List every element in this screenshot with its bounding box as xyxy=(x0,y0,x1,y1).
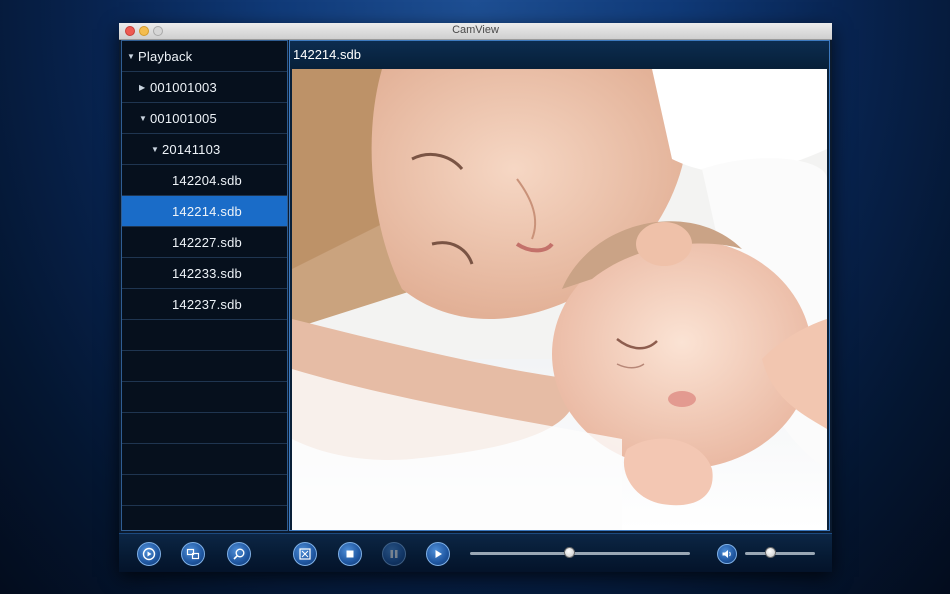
tree-item-label: 142204.sdb xyxy=(172,172,242,188)
pause-button[interactable] xyxy=(382,542,406,566)
current-file-label: 142214.sdb xyxy=(293,47,361,62)
playback-controls xyxy=(119,533,832,572)
volume-knob[interactable] xyxy=(765,547,776,558)
empty-row xyxy=(122,413,287,444)
triangle-down-icon[interactable]: ▼ xyxy=(151,145,159,154)
volume-slider[interactable] xyxy=(745,547,815,559)
fullscreen-icon xyxy=(299,548,311,560)
playback-mode-icon xyxy=(142,547,156,561)
camera-list-button[interactable] xyxy=(181,542,205,566)
triangle-down-icon[interactable]: ▼ xyxy=(139,114,147,123)
window-title: CamView xyxy=(452,24,499,36)
tree-item-file[interactable]: 142227.sdb xyxy=(122,227,287,258)
fullscreen-button[interactable] xyxy=(293,542,317,566)
tree-item-label: 001001003 xyxy=(150,79,217,95)
playback-mode-button[interactable] xyxy=(137,542,161,566)
video-frame-image xyxy=(292,69,827,530)
camera-list-icon xyxy=(186,548,200,560)
tree-item-device-001001005[interactable]: ▼ 001001005 xyxy=(122,103,287,134)
tree-item-device-001001003[interactable]: ▶ 001001003 xyxy=(122,72,287,103)
empty-row xyxy=(122,475,287,506)
empty-row xyxy=(122,351,287,382)
speaker-icon xyxy=(722,550,731,558)
tree-item-file[interactable]: 142204.sdb xyxy=(122,165,287,196)
video-frame[interactable] xyxy=(292,69,827,530)
tree-item-label: 20141103 xyxy=(162,141,221,157)
playback-tree: ▼ Playback ▶ 001001003 ▼ 001001005 ▼ 201… xyxy=(121,40,288,531)
triangle-down-icon[interactable]: ▼ xyxy=(127,52,135,61)
tree-item-label: 142237.sdb xyxy=(172,296,242,312)
empty-row xyxy=(122,320,287,351)
progress-slider[interactable] xyxy=(470,547,690,559)
tree-item-label: 142233.sdb xyxy=(172,265,242,281)
tree-item-label: 142214.sdb xyxy=(172,203,242,219)
tree-item-label: Playback xyxy=(138,48,193,64)
tree-item-date-20141103[interactable]: ▼ 20141103 xyxy=(122,134,287,165)
stop-icon xyxy=(346,550,354,558)
search-icon xyxy=(233,548,245,560)
search-button[interactable] xyxy=(227,542,251,566)
tree-item-file[interactable]: 142233.sdb xyxy=(122,258,287,289)
tree-item-label: 001001005 xyxy=(150,110,217,126)
title-bar[interactable]: CamView xyxy=(119,23,832,40)
empty-row xyxy=(122,506,287,530)
volume-track xyxy=(745,552,815,555)
tree-item-playback[interactable]: ▼ Playback xyxy=(122,41,287,72)
tree-item-file[interactable]: 142237.sdb xyxy=(122,289,287,320)
pause-icon xyxy=(390,550,398,558)
play-icon xyxy=(435,550,442,558)
video-title-bar: 142214.sdb xyxy=(290,41,829,68)
progress-knob[interactable] xyxy=(564,547,575,558)
triangle-right-icon[interactable]: ▶ xyxy=(139,83,147,92)
volume-button[interactable] xyxy=(717,544,737,564)
progress-track xyxy=(470,552,690,555)
camview-window: CamView ▼ Playback ▶ 001001003 ▼ 0010010… xyxy=(119,23,832,572)
empty-row xyxy=(122,444,287,475)
stop-button[interactable] xyxy=(338,542,362,566)
video-panel: 142214.sdb xyxy=(289,40,830,531)
tree-item-label: 142227.sdb xyxy=(172,234,242,250)
empty-row xyxy=(122,382,287,413)
play-button[interactable] xyxy=(426,542,450,566)
tree-item-file-selected[interactable]: 142214.sdb xyxy=(122,196,287,227)
